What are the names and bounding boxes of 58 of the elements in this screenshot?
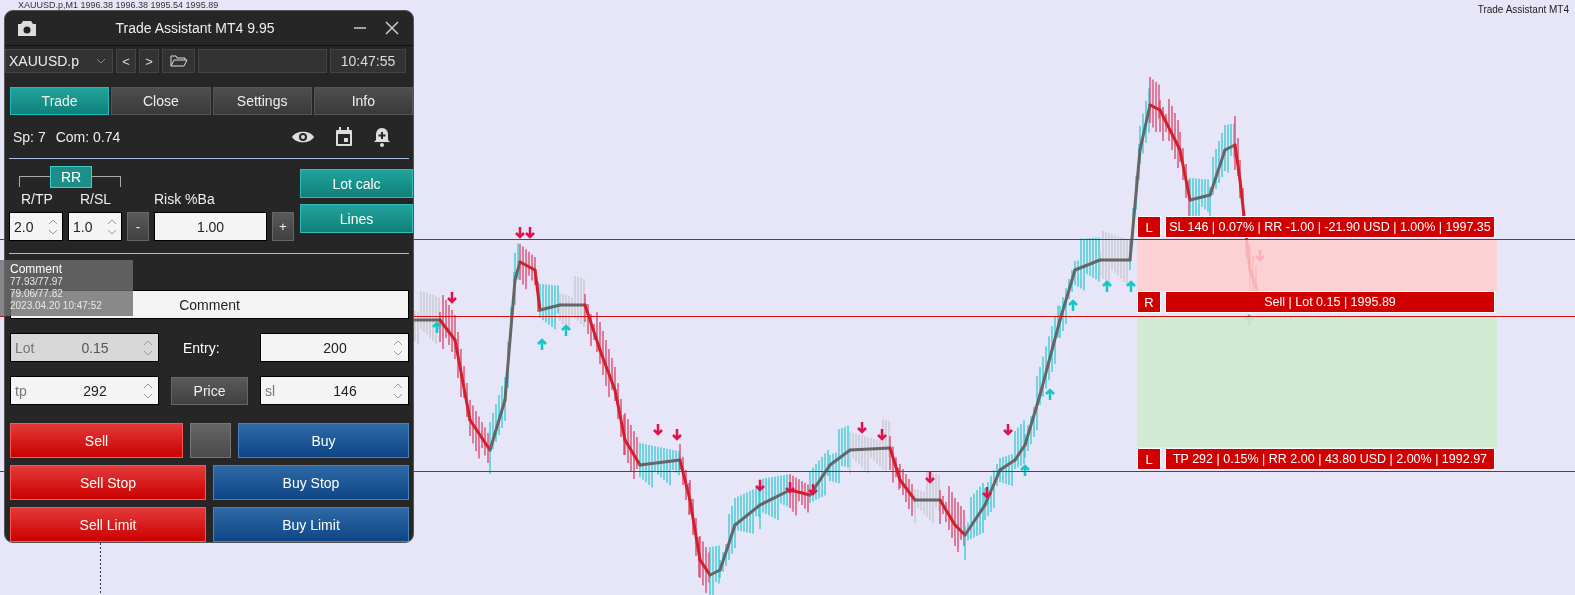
next-button[interactable]: >: [139, 49, 159, 73]
tooltip-title: Comment: [10, 262, 62, 276]
order-button[interactable]: Sell: [10, 423, 183, 458]
chart-header: XAUUSD.p,M1 1996.38 1996.38 1995.54 1995.89: [18, 0, 219, 10]
order-button[interactable]: Buy Stop: [213, 465, 409, 500]
order-button[interactable]: Sell Stop: [10, 465, 206, 500]
close-icon[interactable]: [385, 21, 399, 35]
tooltip-line: 77.93/77.97: [10, 276, 63, 288]
tp-field[interactable]: tp 292: [10, 376, 159, 405]
order-button[interactable]: Buy Limit: [213, 507, 409, 542]
price-button[interactable]: Price: [171, 376, 248, 405]
level-label: Sell | Lot 0.15 | 1995.89: [1165, 291, 1495, 313]
plus-button[interactable]: +: [272, 212, 294, 241]
spinner-icon: [48, 217, 58, 236]
clock-label: 10:47:55: [330, 49, 406, 73]
tooltip-line: 79.06/77.82: [10, 288, 63, 300]
entry-label: Entry:: [183, 339, 221, 356]
chevron-icon: [96, 58, 106, 64]
rtp-label: R/TP: [21, 191, 53, 207]
level-label: TP 292 | 0.15% | RR 2.00 | 43.80 USD | 2.00% | 1992.97: [1165, 448, 1495, 470]
level-tag-button[interactable]: L: [1137, 216, 1161, 238]
risk-field[interactable]: 1.00: [154, 212, 267, 241]
spinner-icon: [143, 338, 153, 357]
spinner-icon: [393, 338, 403, 357]
calendar-icon[interactable]: [335, 127, 353, 147]
rtp-field[interactable]: 2.0: [9, 212, 63, 241]
folder-icon: [169, 55, 188, 67]
previous-button[interactable]: <: [116, 49, 136, 73]
lot-calc-button[interactable]: Lot calc: [300, 169, 413, 198]
open-button[interactable]: [162, 49, 195, 73]
level-label: SL 146 | 0.07% | RR -1.00 | -21.90 USD | 1.00% | 1997.35: [1165, 216, 1495, 238]
tooltip-line: 2023.04.20 10:47:52: [10, 300, 102, 312]
rr-button[interactable]: RR: [50, 166, 92, 188]
level-tag-button[interactable]: L: [1137, 448, 1161, 470]
spinner-icon: [393, 381, 403, 400]
rsl-field[interactable]: 1.0: [68, 212, 122, 241]
rsl-label: R/SL: [80, 191, 112, 207]
eye-icon[interactable]: [291, 129, 315, 145]
spread-label: Sp: 7: [13, 129, 46, 145]
risk-label: Risk %Ba: [154, 191, 215, 207]
window-title: Trade Assistant MT4 9.95: [114, 20, 276, 36]
indicator-label: Trade Assistant MT4: [1477, 4, 1569, 15]
order-button[interactable]: Buy: [238, 423, 409, 458]
entry-field[interactable]: 200: [260, 333, 409, 362]
spinner-icon: [107, 217, 117, 236]
minus-button[interactable]: -: [127, 212, 149, 241]
tab[interactable]: Info: [313, 87, 413, 115]
order-button[interactable]: Sell Limit: [10, 507, 206, 542]
spinner-icon: [143, 381, 153, 400]
lines-button[interactable]: Lines: [300, 204, 413, 233]
camera-icon[interactable]: [17, 19, 37, 37]
commission-label: Com: 0.74: [55, 129, 121, 145]
symbol-dropdown[interactable]: XAUUSD.p: [5, 49, 113, 73]
tab[interactable]: Settings: [212, 87, 312, 115]
sl-field[interactable]: sl 146: [260, 376, 409, 405]
bell-plus-icon[interactable]: [373, 127, 391, 147]
level-tag-button[interactable]: R: [1137, 291, 1161, 313]
tab[interactable]: Close: [111, 87, 211, 115]
